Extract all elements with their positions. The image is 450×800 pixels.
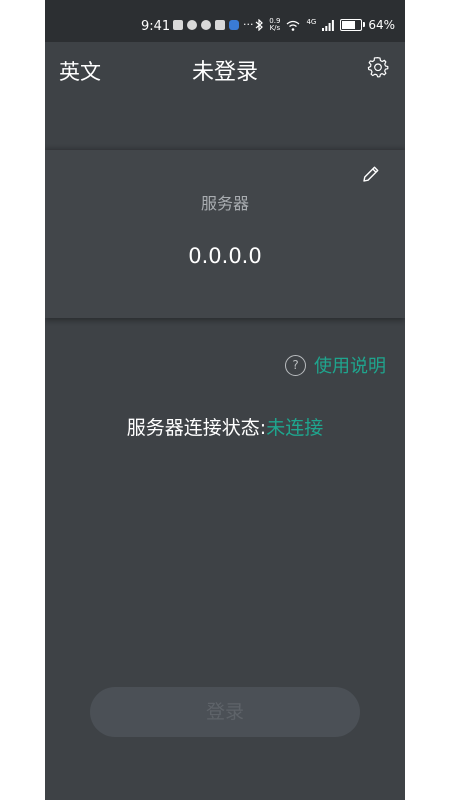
bluetooth-icon: [255, 19, 264, 31]
app-bar: 英文 未登录: [45, 42, 405, 98]
system-status: 0.9 K/s 4G 64%: [255, 18, 395, 32]
net-speed: 0.9 K/s: [269, 18, 280, 32]
login-button[interactable]: 登录: [90, 687, 360, 737]
translate-icon: [215, 20, 225, 30]
status-bar: 9:41 ··· 0.9 K/s 4G 64%: [45, 0, 405, 42]
server-address: 0.0.0.0: [188, 244, 262, 268]
message-icon: [201, 20, 211, 30]
battery-fill: [342, 21, 356, 29]
server-card: 服务器 0.0.0.0: [45, 150, 405, 318]
help-link[interactable]: ? 使用说明: [285, 352, 386, 378]
mail-icon: [173, 20, 183, 30]
app-screen: 9:41 ··· 0.9 K/s 4G 64% 英文 未登录 服务器 0.0.0…: [45, 0, 405, 800]
status-time: 9:41: [141, 19, 171, 34]
battery-percent: 64%: [368, 18, 395, 32]
signal-icon: [322, 19, 335, 31]
notification-icons: ···: [173, 18, 254, 31]
page-title: 未登录: [191, 60, 258, 85]
help-label: 使用说明: [314, 356, 386, 377]
battery-icon: [340, 19, 366, 31]
wifi-icon: [287, 20, 300, 31]
net-speed-unit: K/s: [269, 24, 281, 32]
connection-status-label: 服务器连接状态:: [126, 417, 267, 439]
app-notification-icon: [229, 20, 239, 30]
wechat-icon: [187, 20, 197, 30]
question-circle-icon: ?: [285, 354, 306, 376]
connection-status-value: 未连接: [266, 417, 324, 439]
server-label: 服务器: [200, 194, 249, 213]
connection-status: 服务器连接状态:未连接: [45, 413, 405, 440]
network-type: 4G: [306, 18, 317, 26]
settings-gear-icon[interactable]: [367, 56, 389, 78]
more-notifications-icon: ···: [243, 18, 254, 31]
edit-pencil-icon[interactable]: [361, 164, 381, 184]
